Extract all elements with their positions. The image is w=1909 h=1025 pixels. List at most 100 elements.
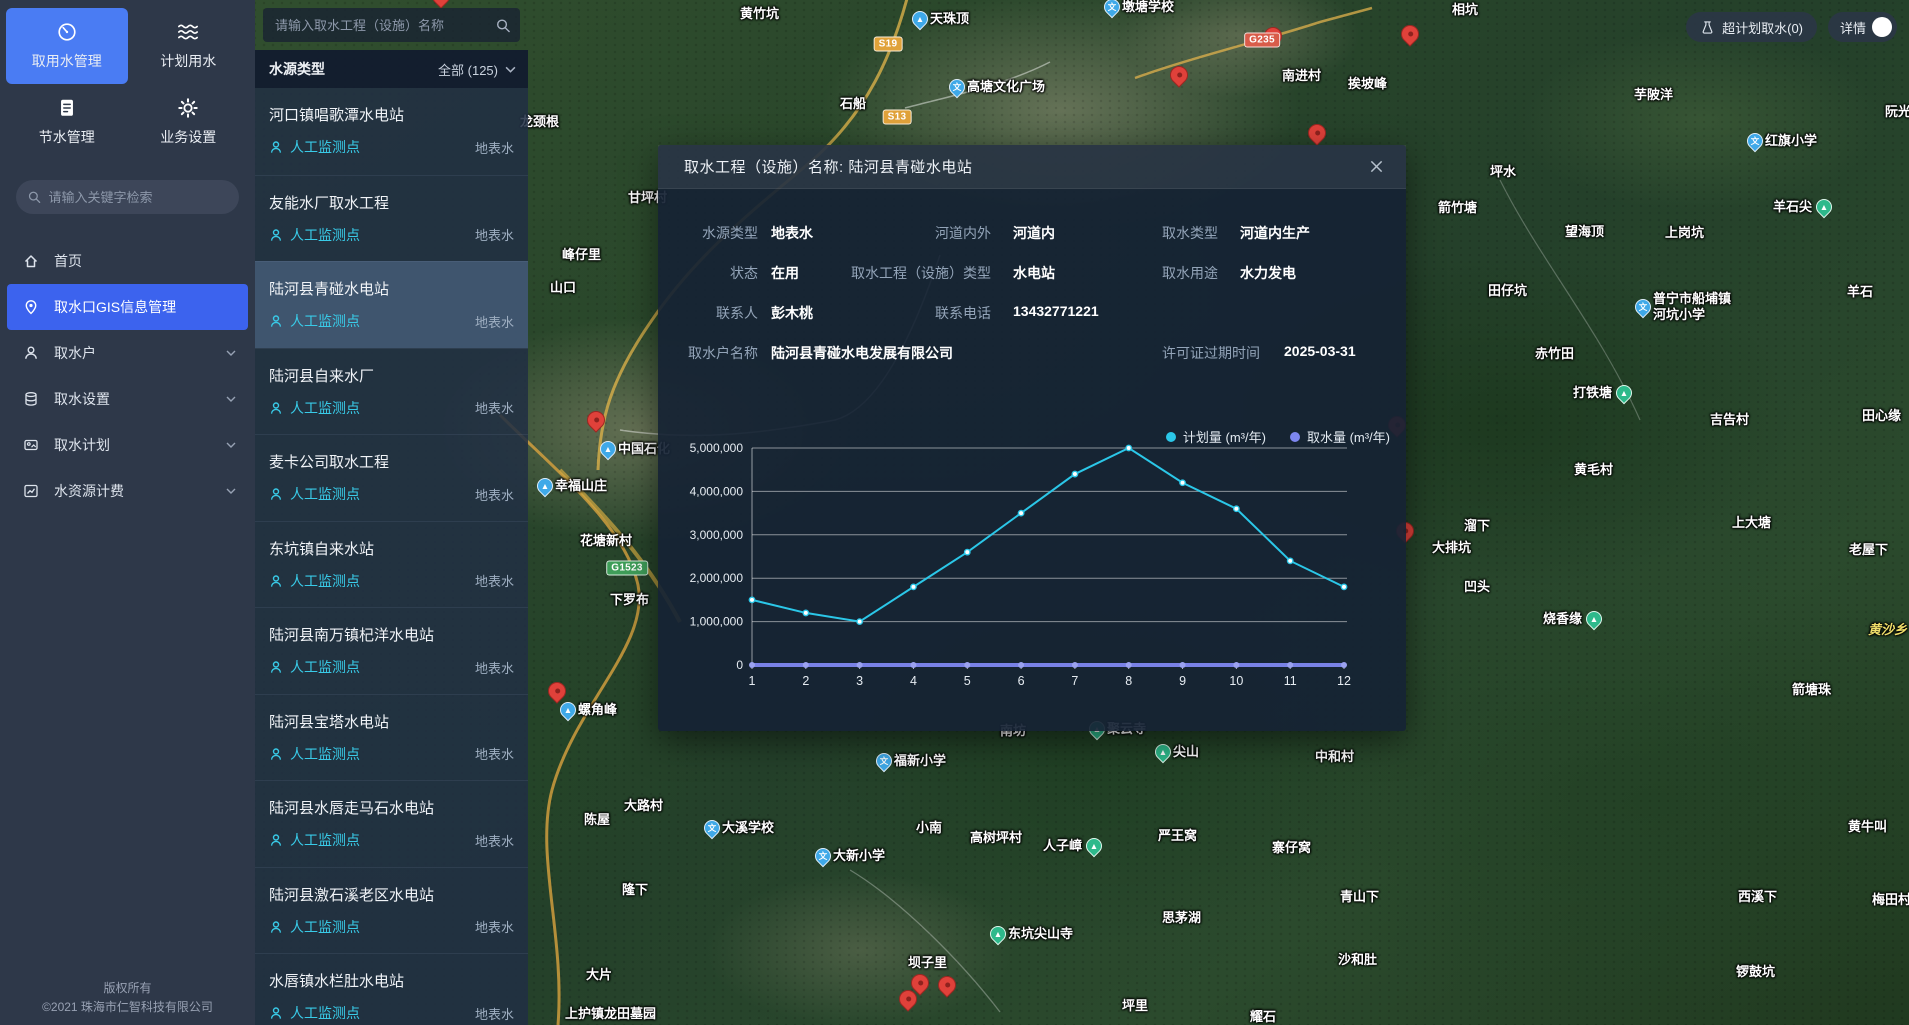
- list-item[interactable]: 河口镇唱歌潭水电站人工监测点地表水: [255, 88, 528, 175]
- field-label: 联系人: [658, 303, 758, 323]
- svg-text:1,000,000: 1,000,000: [690, 615, 744, 629]
- list-item[interactable]: 陆河县水唇走马石水电站人工监测点地表水: [255, 780, 528, 867]
- school-glyph-icon: 文: [877, 754, 891, 768]
- menu-item-gis-management[interactable]: 取水口GIS信息管理: [7, 284, 248, 330]
- map-place-label: 小南: [916, 820, 942, 836]
- monitor-type: 人工监测点: [290, 484, 360, 504]
- station-list-body: 水源类型 全部 (125) 河口镇唱歌潭水电站人工监测点地表水友能水厂取水工程人…: [255, 50, 528, 1025]
- copyright-line2: ©2021 珠海市仁智科技有限公司: [0, 998, 255, 1017]
- map-place-label: 墩塘学校: [1122, 0, 1174, 15]
- person-icon: [269, 574, 283, 588]
- legend-label: 计划量 (m³/年): [1183, 427, 1266, 446]
- list-item[interactable]: 东坑镇自来水站人工监测点地表水: [255, 521, 528, 608]
- map-place-label: 西溪下: [1738, 889, 1777, 905]
- map-place-label: 坝子里: [908, 955, 947, 971]
- list-item[interactable]: 麦卡公司取水工程人工监测点地表水: [255, 434, 528, 521]
- map-place-label: 相坑: [1452, 2, 1478, 18]
- copyright-line1: 版权所有: [0, 979, 255, 998]
- monitor-type: 人工监测点: [290, 398, 360, 418]
- school-glyph-icon: 文: [1105, 0, 1119, 14]
- list-item[interactable]: 水唇镇水栏肚水电站人工监测点地表水: [255, 953, 528, 1025]
- station-list-items: 河口镇唱歌潭水电站人工监测点地表水友能水厂取水工程人工监测点地表水陆河县青碰水电…: [255, 88, 528, 1025]
- field-label: 许可证过期时间: [1078, 343, 1260, 363]
- menu-item-water-settings[interactable]: 取水设置: [7, 376, 248, 422]
- map-place-label: 打铁塘: [1573, 385, 1612, 401]
- map-place-label: 黄毛村: [1574, 462, 1613, 478]
- legend-planned-volume[interactable]: 计划量 (m³/年): [1166, 427, 1266, 446]
- svg-text:8: 8: [1125, 674, 1132, 688]
- map-place-label: 羊石: [1847, 284, 1873, 300]
- svg-text:6: 6: [1018, 674, 1025, 688]
- modal-title: 取水工程（设施）名称: 陆河县青碰水电站: [684, 156, 1366, 177]
- field-label: 取水用途: [1038, 263, 1218, 283]
- station-name: 友能水厂取水工程: [269, 192, 514, 213]
- map-place-label: 田仔坑: [1488, 283, 1527, 299]
- road-badge: S13: [883, 110, 912, 125]
- map-place-label: 东坑尖山寺: [1008, 926, 1073, 942]
- map-place-label: 幸福山庄: [555, 478, 607, 494]
- app-water-saving-management[interactable]: 节水管理: [6, 84, 128, 160]
- monitor-type: 人工监测点: [290, 571, 360, 591]
- map-place-label: 大新小学: [833, 848, 885, 864]
- keyword-search[interactable]: [16, 180, 239, 214]
- map-place-label: 石船: [840, 96, 866, 112]
- blue-glyph-icon: ▲: [601, 442, 615, 456]
- map-place-label: 人子嶂: [1043, 838, 1082, 854]
- app-business-settings[interactable]: 业务设置: [128, 84, 250, 160]
- menu-item-home[interactable]: 首页: [7, 238, 248, 284]
- list-item[interactable]: 陆河县激石溪老区水电站人工监测点地表水: [255, 867, 528, 954]
- water-source-type: 地表水: [475, 1004, 514, 1023]
- green-glyph-icon: ▲: [1617, 386, 1631, 400]
- close-button[interactable]: [1366, 157, 1386, 177]
- station-search-input[interactable]: [275, 18, 496, 33]
- school-glyph-icon: 文: [950, 80, 964, 94]
- school-glyph-icon: 文: [1748, 134, 1762, 148]
- menu-label: 取水口GIS信息管理: [54, 297, 236, 317]
- app-label: 计划用水: [160, 51, 216, 71]
- map-place-label: 坪水: [1490, 164, 1516, 180]
- toggle-knob[interactable]: [1872, 17, 1892, 37]
- map-place-label: 上大塘: [1732, 515, 1771, 531]
- field-label: 联系电话: [863, 303, 991, 323]
- user-icon: [23, 345, 39, 361]
- source-type-filter[interactable]: 水源类型 全部 (125): [255, 50, 528, 88]
- menu-item-water-users[interactable]: 取水户: [7, 330, 248, 376]
- over-plan-water-button[interactable]: 超计划取水(0): [1686, 12, 1817, 42]
- keyword-search-input[interactable]: [49, 190, 227, 205]
- list-item[interactable]: 陆河县宝塔水电站人工监测点地表水: [255, 694, 528, 781]
- menu-item-water-plan[interactable]: 取水计划: [7, 422, 248, 468]
- over-plan-label: 超计划取水(0): [1722, 18, 1803, 37]
- chevron-down-icon: [226, 396, 236, 402]
- station-name: 陆河县自来水厂: [269, 365, 514, 386]
- sidebar-menu: 首页 取水口GIS信息管理 取水户 取水设置 取水计划 水资源计费: [0, 238, 255, 514]
- water-source-type: 地表水: [475, 917, 514, 936]
- app-planned-water-use[interactable]: 计划用水: [128, 8, 250, 84]
- list-item[interactable]: 陆河县自来水厂人工监测点地表水: [255, 348, 528, 435]
- app-water-intake-management[interactable]: 取用水管理: [6, 8, 128, 84]
- list-item[interactable]: 陆河县南万镇杞洋水电站人工监测点地表水: [255, 607, 528, 694]
- person-icon: [269, 747, 283, 761]
- chevron-down-icon: [226, 442, 236, 448]
- menu-label: 取水计划: [54, 435, 211, 455]
- map-place-label: 高塘文化广场: [967, 79, 1045, 95]
- close-icon: [1369, 159, 1384, 174]
- blue-glyph-icon: ▲: [913, 12, 927, 26]
- map-place-label: 山口: [550, 280, 576, 296]
- field-value: 2025-03-31: [1284, 343, 1356, 359]
- detail-toggle[interactable]: 详情: [1828, 12, 1897, 42]
- monitor-type: 人工监测点: [290, 917, 360, 937]
- chart-svg: 01,000,0002,000,0003,000,0004,000,0005,0…: [658, 415, 1406, 731]
- station-search[interactable]: [263, 8, 520, 42]
- map-place-label: 大片: [586, 967, 612, 983]
- svg-text:12: 12: [1337, 674, 1351, 688]
- list-item[interactable]: 陆河县青碰水电站人工监测点地表水: [255, 261, 528, 348]
- map-place-label: 溜下: [1464, 518, 1490, 534]
- list-item[interactable]: 友能水厂取水工程人工监测点地表水: [255, 175, 528, 262]
- menu-item-water-billing[interactable]: 水资源计费: [7, 468, 248, 514]
- menu-label: 首页: [54, 251, 236, 271]
- map-place-label: 大溪学校: [722, 820, 774, 836]
- monitor-type: 人工监测点: [290, 1003, 360, 1023]
- svg-text:9: 9: [1179, 674, 1186, 688]
- legend-intake-volume[interactable]: 取水量 (m³/年): [1290, 427, 1390, 446]
- svg-text:0: 0: [736, 658, 743, 672]
